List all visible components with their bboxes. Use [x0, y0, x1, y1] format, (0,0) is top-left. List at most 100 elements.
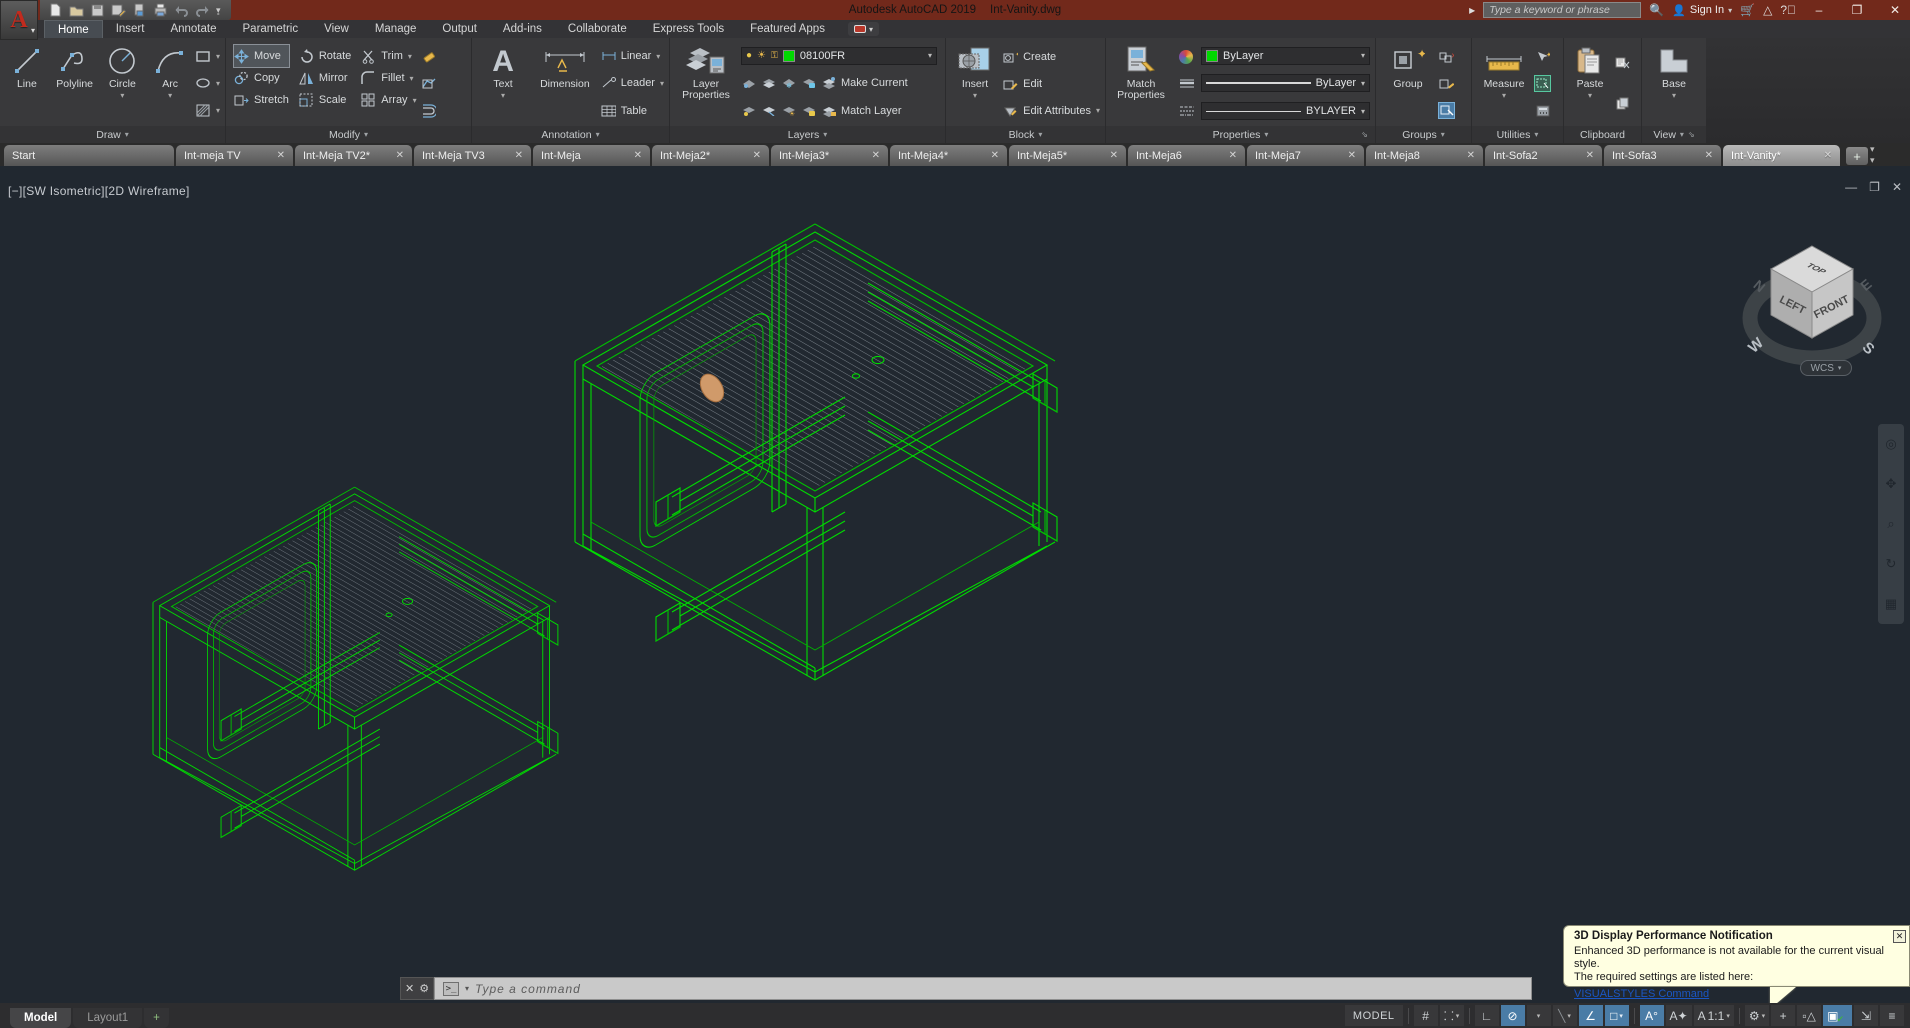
array-button[interactable]: Array▾ [361, 89, 416, 111]
command-line[interactable]: ✕ ⚙ >_ ▾ Type a command [400, 977, 1532, 1000]
erase-button[interactable] [421, 47, 436, 67]
copy-clip-icon[interactable] [1615, 96, 1630, 111]
close-icon[interactable]: ✕ [405, 982, 414, 995]
steering-wheel-icon[interactable]: ◎ [1885, 436, 1896, 452]
linetype-icon[interactable] [1179, 103, 1194, 118]
new-drawing-button[interactable]: + [1846, 147, 1868, 165]
clean-screen[interactable]: ⇲ [1854, 1005, 1878, 1026]
isolate-objects[interactable]: ▫△ [1797, 1005, 1821, 1026]
ribbon-tab-home[interactable]: Home [44, 20, 103, 38]
close-icon[interactable]: ✕ [1705, 150, 1713, 161]
linear-dimension-button[interactable]: Linear▾ [601, 46, 664, 66]
layout1-tab[interactable]: Layout1 [73, 1008, 142, 1028]
close-icon[interactable]: ✕ [277, 150, 285, 161]
command-grip[interactable]: ✕ ⚙ [400, 977, 434, 1000]
file-tab[interactable]: Int-Sofa2✕ [1485, 145, 1602, 166]
wcs-dropdown[interactable]: WCS ▾ [1800, 360, 1852, 376]
close-icon[interactable]: ✕ [1110, 150, 1118, 161]
trim-button[interactable]: Trim▾ [361, 45, 416, 67]
search-icon[interactable]: 🔍 [1649, 0, 1664, 20]
close-icon[interactable]: ✕ [1824, 150, 1832, 161]
linetype-dropdown[interactable]: BYLAYER ▾ [1201, 102, 1370, 120]
color-wheel-icon[interactable] [1179, 49, 1194, 64]
model-tab[interactable]: Model [10, 1008, 71, 1028]
file-tab[interactable]: Int-Meja TV2*✕ [295, 145, 412, 166]
ribbon-tab-manage[interactable]: Manage [362, 20, 430, 38]
workspace-switching[interactable]: ⚙▾ [1745, 1005, 1769, 1026]
rectangle-tool-button[interactable]: ▾ [196, 47, 220, 67]
object-color-dropdown[interactable]: ByLayer ▾ [1201, 47, 1370, 65]
orbit-icon[interactable]: ↻ [1886, 556, 1897, 572]
circle-button[interactable]: Circle ▾ [101, 41, 145, 126]
drawing-canvas[interactable]: [−][SW Isometric][2D Wireframe] — ❐ ✕ [0, 166, 1910, 1003]
isodraft-toggle[interactable]: ╲▾ [1553, 1005, 1577, 1026]
match-properties-button[interactable]: Match Properties [1111, 41, 1171, 126]
scale-button[interactable]: Scale [299, 89, 351, 111]
redo-icon[interactable] [195, 3, 210, 17]
panel-label-utilities[interactable]: Utilities▾ [1472, 126, 1563, 143]
ribbon-tab-view[interactable]: View [311, 20, 362, 38]
edit-attributes-button[interactable]: Edit Attributes▾ [1003, 101, 1100, 121]
file-tab[interactable]: Int-Meja4*✕ [890, 145, 1007, 166]
close-icon[interactable]: ✕ [1229, 150, 1237, 161]
leader-button[interactable]: Leader▾ [601, 73, 664, 93]
file-tab[interactable]: Int-Meja2*✕ [652, 145, 769, 166]
quick-select-icon[interactable]: ✦ [1535, 49, 1550, 64]
dimension-button[interactable]: Dimension [533, 41, 597, 126]
close-icon[interactable]: ✕ [991, 150, 999, 161]
close-icon[interactable]: ✕ [1348, 150, 1356, 161]
line-button[interactable]: Line [5, 41, 49, 126]
group-selection-toggle[interactable] [1439, 103, 1454, 118]
insert-button[interactable]: Insert ▾ [951, 41, 999, 126]
minimize-button[interactable]: – [1804, 0, 1834, 20]
a360-icon[interactable]: △ [1763, 0, 1772, 20]
ribbon-tab-annotate[interactable]: Annotate [157, 20, 229, 38]
arc-button[interactable]: Arc ▾ [148, 41, 192, 126]
annotation-visibility-toggle[interactable]: A° [1640, 1005, 1664, 1026]
file-tab[interactable]: Int-Meja3*✕ [771, 145, 888, 166]
panel-label-draw[interactable]: Draw▾ [0, 126, 225, 143]
close-icon[interactable]: ✕ [634, 150, 642, 161]
edit-block-button[interactable]: Edit [1003, 74, 1100, 94]
ribbon-tab-addins[interactable]: Add-ins [490, 20, 555, 38]
ortho-toggle[interactable]: ∟ [1475, 1005, 1499, 1026]
hatch-tool-button[interactable]: ▾ [196, 101, 220, 121]
visualstyles-link[interactable]: VISUALSTYLES Command [1574, 988, 1709, 1000]
navigation-bar[interactable]: ◎ ✥ ⌕ ↻ ▦ [1878, 424, 1904, 624]
zoom-extents-icon[interactable]: ⌕ [1887, 516, 1894, 532]
sign-in-button[interactable]: 👤 Sign In ▾ [1672, 4, 1732, 17]
close-icon[interactable]: ✕ [515, 150, 523, 161]
save-icon[interactable] [90, 3, 105, 17]
panel-label-modify[interactable]: Modify▾ [226, 126, 471, 143]
table-button[interactable]: Table [601, 101, 664, 121]
file-tab[interactable]: Int-Meja8✕ [1366, 145, 1483, 166]
ribbon-tab-parametric[interactable]: Parametric [230, 20, 312, 38]
measure-button[interactable]: Measure ▾ [1477, 41, 1531, 126]
file-tab[interactable]: Int-Meja TV3✕ [414, 145, 531, 166]
undo-icon[interactable] [174, 3, 189, 17]
pan-icon[interactable]: ✥ [1886, 476, 1897, 492]
open-folder-icon[interactable] [69, 3, 84, 17]
file-tab[interactable]: Int-Meja6✕ [1128, 145, 1245, 166]
quick-calc-icon[interactable] [1535, 103, 1550, 118]
lineweight-icon[interactable] [1179, 76, 1194, 91]
base-button[interactable]: Base ▾ [1647, 41, 1701, 126]
app-store-cart-icon[interactable]: 🛒 [1740, 0, 1755, 20]
create-block-button[interactable]: ✦Create [1003, 47, 1100, 67]
lineweight-dropdown[interactable]: ByLayer ▾ [1201, 74, 1370, 92]
autoscale-toggle[interactable]: A✦ [1666, 1005, 1692, 1026]
polar-tracking-toggle[interactable]: ⊘ [1501, 1005, 1525, 1026]
panel-label-clipboard[interactable]: Clipboard [1564, 126, 1641, 143]
fillet-button[interactable]: Fillet▾ [361, 67, 416, 89]
rotate-button[interactable]: Rotate [299, 45, 351, 67]
copy-button[interactable]: Copy [234, 67, 289, 89]
plot-icon[interactable] [132, 3, 147, 17]
ribbon-tab-insert[interactable]: Insert [103, 20, 158, 38]
annotation-scale-button[interactable]: A1:1▾ [1694, 1005, 1734, 1026]
search-arrow-icon[interactable]: ▸ [1469, 0, 1475, 20]
group-edit-icon[interactable] [1439, 76, 1454, 91]
panel-label-properties[interactable]: Properties▾⇘ [1106, 126, 1375, 143]
close-button[interactable]: ✕ [1880, 0, 1910, 20]
panel-label-annotation[interactable]: Annotation▾ [472, 126, 669, 143]
ungroup-icon[interactable]: ✕ [1439, 49, 1454, 64]
